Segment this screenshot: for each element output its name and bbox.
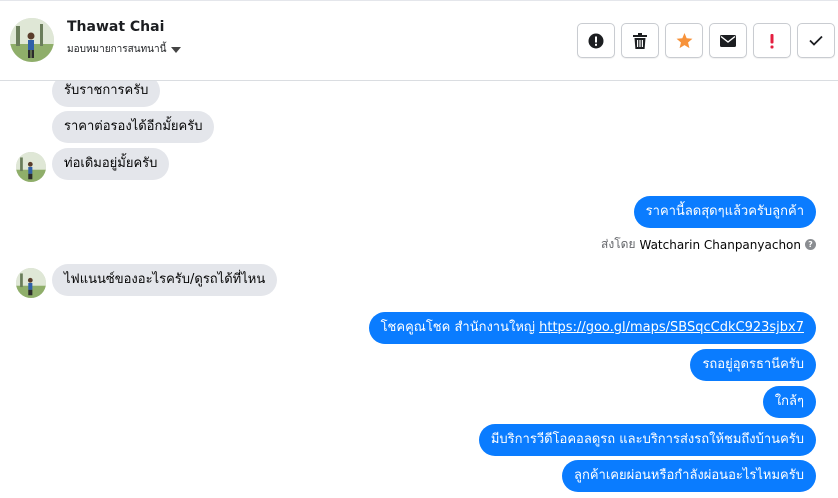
outgoing-message[interactable]: มีบริการวีดีโอคอลดูรถ และบริการส่งรถให้ช… <box>478 424 816 456</box>
incoming-message[interactable]: ราคาต่อรองได้อีกมั้ยครับ <box>52 111 215 143</box>
sender-name[interactable]: Watcharin Chanpanyachon <box>639 238 801 252</box>
outgoing-message[interactable]: ราคานี้ลดสุดๆแล้วครับลูกค้า <box>633 196 816 228</box>
contact-name[interactable]: Thawat Chai <box>67 19 164 35</box>
message-text: ใกล้ๆ <box>774 394 804 409</box>
message-text: มีบริการวีดีโอคอลดูรถ และบริการส่งรถให้ช… <box>490 432 804 447</box>
chevron-down-icon <box>171 46 182 53</box>
outgoing-message[interactable]: ใกล้ๆ <box>762 386 816 418</box>
conversation-actions <box>577 23 835 58</box>
exclamation-icon <box>770 33 774 48</box>
check-icon <box>809 35 823 46</box>
delete-button[interactable] <box>621 23 659 58</box>
incoming-message[interactable]: ไฟแนนซ์ของอะไรครับ/ดูรถได้ที่ไหน <box>52 264 278 296</box>
message-text: ลูกค้าเคยผ่อนหรือกำลังผ่อนอะไรไหมครับ <box>574 468 804 483</box>
message-text: ราคาต่อรองได้อีกมั้ยครับ <box>64 119 203 134</box>
mark-unread-button[interactable] <box>709 23 747 58</box>
message-text: รถอยู่อุดรธานีครับ <box>702 357 804 372</box>
contact-avatar[interactable] <box>16 268 46 298</box>
sent-by-prefix: ส่งโดย <box>601 237 636 251</box>
spam-button[interactable] <box>753 23 791 58</box>
incoming-message[interactable]: รับราชการครับ <box>52 81 161 107</box>
message-text: ราคานี้ลดสุดๆแล้วครับลูกค้า <box>645 204 804 219</box>
contact-avatar[interactable] <box>16 152 46 182</box>
map-link[interactable]: https://goo.gl/maps/SBSqcCdkC923sjbx7 <box>539 320 804 335</box>
trash-icon <box>633 32 647 49</box>
star-icon <box>676 32 692 48</box>
assign-conversation-dropdown[interactable]: มอบหมายการสนทนานี้ <box>67 42 182 57</box>
outgoing-message[interactable]: โชคคูณโชค สำนักงานใหญ่ https://goo.gl/ma… <box>368 312 816 344</box>
question-icon[interactable]: ? <box>805 239 816 250</box>
message-thread[interactable]: รับราชการครับ ราคาต่อรองได้อีกมั้ยครับ ท… <box>0 81 838 498</box>
message-text: ท่อเดิมอยู่มั้ยครับ <box>64 156 158 171</box>
incoming-message[interactable]: ท่อเดิมอยู่มั้ยครับ <box>52 148 170 180</box>
assign-label: มอบหมายการสนทนานี้ <box>67 44 167 55</box>
outgoing-message[interactable]: รถอยู่อุดรธานีครับ <box>690 349 816 381</box>
message-text: ไฟแนนซ์ของอะไรครับ/ดูรถได้ที่ไหน <box>64 272 266 287</box>
exclamation-circle-icon <box>588 33 604 48</box>
star-button[interactable] <box>665 23 703 58</box>
contact-avatar[interactable] <box>10 18 54 62</box>
envelope-icon <box>720 34 736 47</box>
done-button[interactable] <box>797 23 835 58</box>
report-button[interactable] <box>577 23 615 58</box>
message-text: รับราชการครับ <box>64 83 149 98</box>
outgoing-message[interactable]: ลูกค้าเคยผ่อนหรือกำลังผ่อนอะไรไหมครับ <box>562 460 816 492</box>
message-text: โชคคูณโชค สำนักงานใหญ่ <box>380 320 540 335</box>
sent-by-label: ส่งโดย Watcharin Chanpanyachon ? <box>601 235 816 254</box>
conversation-header: Thawat Chai มอบหมายการสนทนานี้ <box>0 0 838 81</box>
